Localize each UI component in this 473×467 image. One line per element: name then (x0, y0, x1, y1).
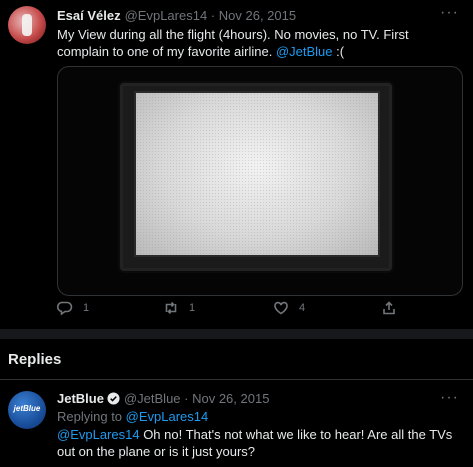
tweet-text-end: :( (332, 44, 345, 59)
tweet-date[interactable]: Nov 26, 2015 (219, 8, 296, 23)
reply-separator: · (180, 391, 193, 406)
author-handle[interactable]: @EvpLares14 (125, 8, 208, 23)
jetblue-avatar[interactable]: jetBlue (8, 391, 46, 429)
replies-heading: Replies (8, 351, 62, 368)
share-button[interactable] (381, 300, 397, 316)
airplane-window-frame (120, 83, 392, 271)
reply-handle[interactable]: @JetBlue (124, 391, 181, 406)
reply-author-name[interactable]: JetBlue (57, 391, 104, 406)
more-icon[interactable]: ··· (440, 4, 459, 22)
section-divider (0, 329, 473, 339)
replying-to-label: Replying to (57, 409, 126, 424)
reply-tweet[interactable]: jetBlue JetBlue @JetBlue · Nov 26, 2015 … (0, 380, 473, 467)
tweet-text: My View during all the flight (4hours). … (57, 26, 463, 60)
like-count: 4 (299, 302, 306, 314)
share-icon (381, 300, 397, 316)
tweet[interactable]: Esaí Vélez @EvpLares14 · Nov 26, 2015 ···… (0, 0, 473, 329)
retweet-count: 1 (189, 302, 196, 314)
mention-link[interactable]: @JetBlue (276, 44, 333, 59)
reply-icon (56, 300, 73, 316)
tweet-text-body: My View during all the flight (4hours). … (57, 27, 409, 59)
reply-header: JetBlue @JetBlue · Nov 26, 2015 (57, 391, 269, 406)
reply-more-icon[interactable]: ··· (440, 389, 459, 407)
verified-badge-icon (107, 392, 120, 405)
reply-count: 1 (83, 302, 90, 314)
reply-date[interactable]: Nov 26, 2015 (192, 391, 269, 406)
replying-to: Replying to @EvpLares14 (57, 409, 208, 424)
retweet-button[interactable]: 1 (163, 300, 195, 316)
like-button[interactable]: 4 (273, 300, 305, 316)
avatar-logo-text: jetBlue (13, 404, 41, 413)
reply-mention-link[interactable]: @EvpLares14 (57, 427, 140, 442)
author-name[interactable]: Esaí Vélez (57, 8, 121, 23)
replying-to-link[interactable]: @EvpLares14 (126, 409, 209, 424)
reply-text: @EvpLares14 Oh no! That's not what we li… (57, 426, 463, 460)
tweet-actions: 1 1 4 (56, 300, 461, 322)
retweet-icon (163, 300, 179, 316)
reply-button[interactable]: 1 (56, 300, 90, 316)
airplane-window-glass (136, 93, 378, 255)
tweet-media-image[interactable] (57, 66, 463, 296)
like-icon (273, 300, 289, 316)
tweet-header: Esaí Vélez @EvpLares14 · Nov 26, 2015 (57, 8, 296, 23)
separator: · (207, 8, 219, 23)
avatar[interactable] (8, 6, 46, 44)
